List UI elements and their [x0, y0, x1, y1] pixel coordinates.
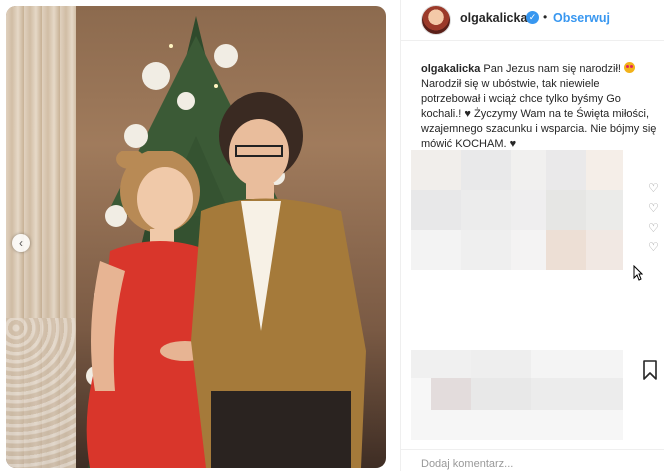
man-in-suit	[191, 91, 376, 468]
curtain-lace	[6, 318, 76, 468]
blur-pixel	[461, 190, 511, 230]
separator-dot: •	[543, 10, 548, 24]
blur-pixel	[511, 150, 546, 190]
verified-icon: ✓	[526, 11, 539, 24]
caption-text-1: Pan Jezus nam się narodził!	[480, 63, 625, 75]
like-comment-heart-icon[interactable]: ♡	[648, 222, 659, 234]
caption-username[interactable]: olgakalicka	[421, 63, 480, 75]
comment-bar: Dodaj komentarz...	[401, 449, 664, 472]
chevron-left-icon: ‹	[19, 236, 23, 250]
blur-pixel	[461, 150, 511, 190]
blur-pixel	[411, 378, 431, 410]
post-sidebar: olgakalicka ✓ • Obserwuj olgakalicka Pan…	[400, 0, 664, 471]
blur-pixel	[546, 150, 586, 190]
instagram-post: ‹ olgakalicka ✓ • Obserwuj olgakalicka P…	[0, 0, 664, 471]
blur-pixel	[411, 230, 461, 270]
blur-pixel	[431, 378, 471, 410]
follow-button[interactable]: Obserwuj	[553, 11, 610, 25]
post-photo[interactable]: ‹	[6, 6, 386, 468]
username-link[interactable]: olgakalicka	[460, 11, 527, 25]
avatar[interactable]	[421, 5, 451, 35]
blur-pixel	[511, 190, 546, 230]
blur-pixel	[586, 150, 623, 190]
blur-pixel	[411, 350, 471, 378]
blur-pixel	[586, 190, 623, 230]
blur-pixel	[461, 230, 511, 270]
blur-pixel	[531, 350, 623, 378]
blur-pixel	[511, 230, 546, 270]
bookmark-icon[interactable]	[642, 360, 658, 380]
blurred-comments-2	[411, 350, 623, 440]
blur-pixel	[411, 190, 461, 230]
heart-eyes-emoji-icon	[624, 62, 636, 73]
caption-heart-2: ♥	[509, 138, 517, 150]
comment-input[interactable]: Dodaj komentarz...	[421, 458, 513, 470]
blur-pixel	[471, 350, 531, 378]
blurred-comments-1	[411, 150, 623, 270]
blur-pixel	[546, 230, 586, 270]
blur-pixel	[411, 150, 461, 190]
cursor-icon	[633, 265, 643, 281]
blur-pixel	[546, 190, 586, 230]
blur-pixel	[586, 230, 623, 270]
blur-pixel	[411, 410, 623, 440]
blur-pixel	[471, 378, 531, 410]
blur-pixel	[531, 378, 623, 410]
post-header: olgakalicka ✓ • Obserwuj	[401, 0, 664, 41]
previous-photo-button[interactable]: ‹	[12, 234, 30, 252]
like-comment-heart-icon[interactable]: ♡	[648, 182, 659, 194]
like-comment-heart-icon[interactable]: ♡	[648, 241, 659, 253]
like-comment-heart-icon[interactable]: ♡	[648, 202, 659, 214]
post-caption: olgakalicka Pan Jezus nam się narodził! …	[421, 62, 659, 152]
